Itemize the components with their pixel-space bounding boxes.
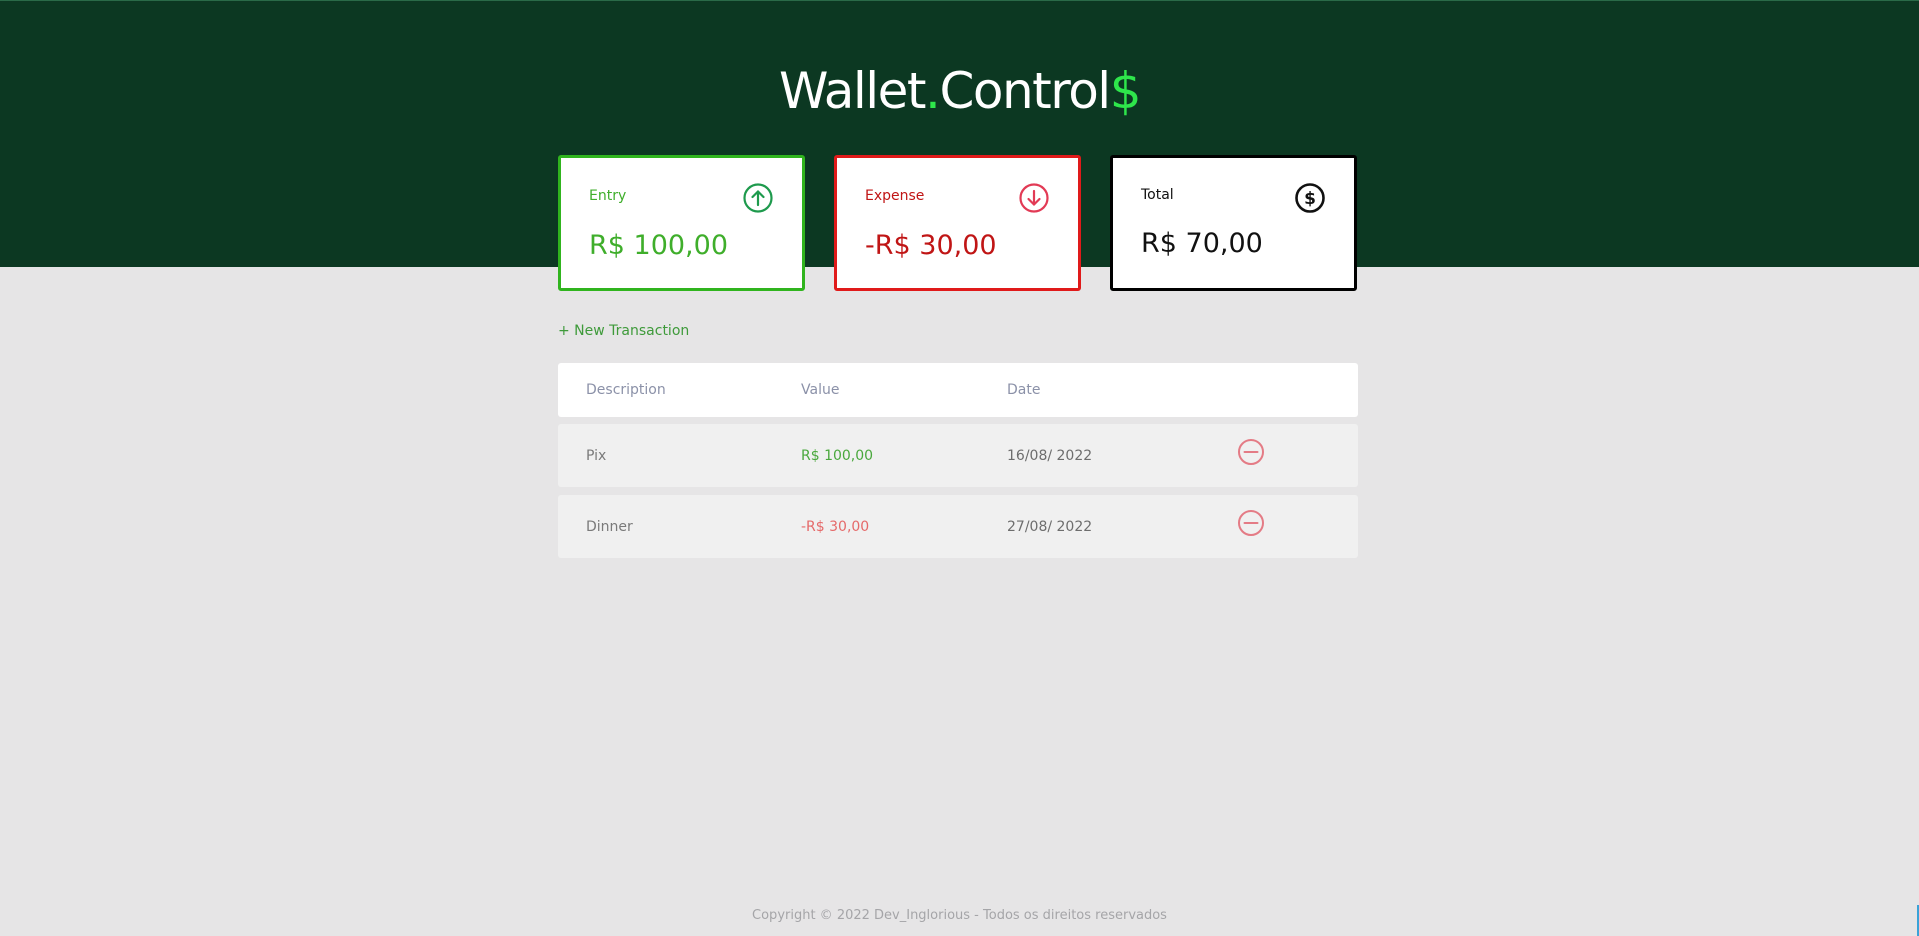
dollar-circle-icon: $ — [1295, 183, 1325, 213]
remove-transaction-icon[interactable] — [1237, 509, 1265, 537]
arrow-down-circle-icon — [1019, 183, 1049, 213]
total-card: Total $ R$ 70,00 — [1110, 155, 1357, 291]
header-description: Description — [586, 382, 666, 398]
new-transaction-link[interactable]: + New Transaction — [558, 323, 689, 339]
row-date: 16/08/ 2022 — [1007, 447, 1093, 464]
row-value: -R$ 30,00 — [801, 518, 870, 535]
app-logo: Wallet.Control$ — [0, 61, 1919, 121]
table-row: Dinner -R$ 30,00 27/08/ 2022 — [558, 495, 1358, 558]
arrow-up-circle-icon — [743, 183, 773, 213]
expense-amount: -R$ 30,00 — [865, 230, 997, 261]
entry-amount: R$ 100,00 — [589, 230, 728, 261]
row-date: 27/08/ 2022 — [1007, 518, 1093, 535]
svg-text:$: $ — [1304, 189, 1316, 209]
header-value: Value — [801, 382, 840, 398]
entry-card: Entry R$ 100,00 — [558, 155, 805, 291]
logo-dollar: $ — [1109, 62, 1142, 120]
logo-text-wallet: Wallet — [779, 62, 927, 120]
row-description: Dinner — [586, 518, 633, 535]
total-amount: R$ 70,00 — [1141, 228, 1263, 259]
total-label: Total — [1141, 187, 1174, 203]
remove-transaction-icon[interactable] — [1237, 438, 1265, 466]
entry-label: Entry — [589, 188, 627, 204]
row-description: Pix — [586, 447, 607, 464]
table-header: Description Value Date — [558, 363, 1358, 417]
row-value: R$ 100,00 — [801, 447, 874, 464]
expense-card: Expense -R$ 30,00 — [834, 155, 1081, 291]
footer-copyright: Copyright © 2022 Dev_Inglorious - Todos … — [752, 908, 1167, 923]
logo-text-control: Control — [939, 62, 1111, 120]
table-row: Pix R$ 100,00 16/08/ 2022 — [558, 424, 1358, 487]
expense-label: Expense — [865, 188, 925, 204]
header-date: Date — [1007, 382, 1041, 398]
logo-dot: . — [925, 62, 941, 120]
